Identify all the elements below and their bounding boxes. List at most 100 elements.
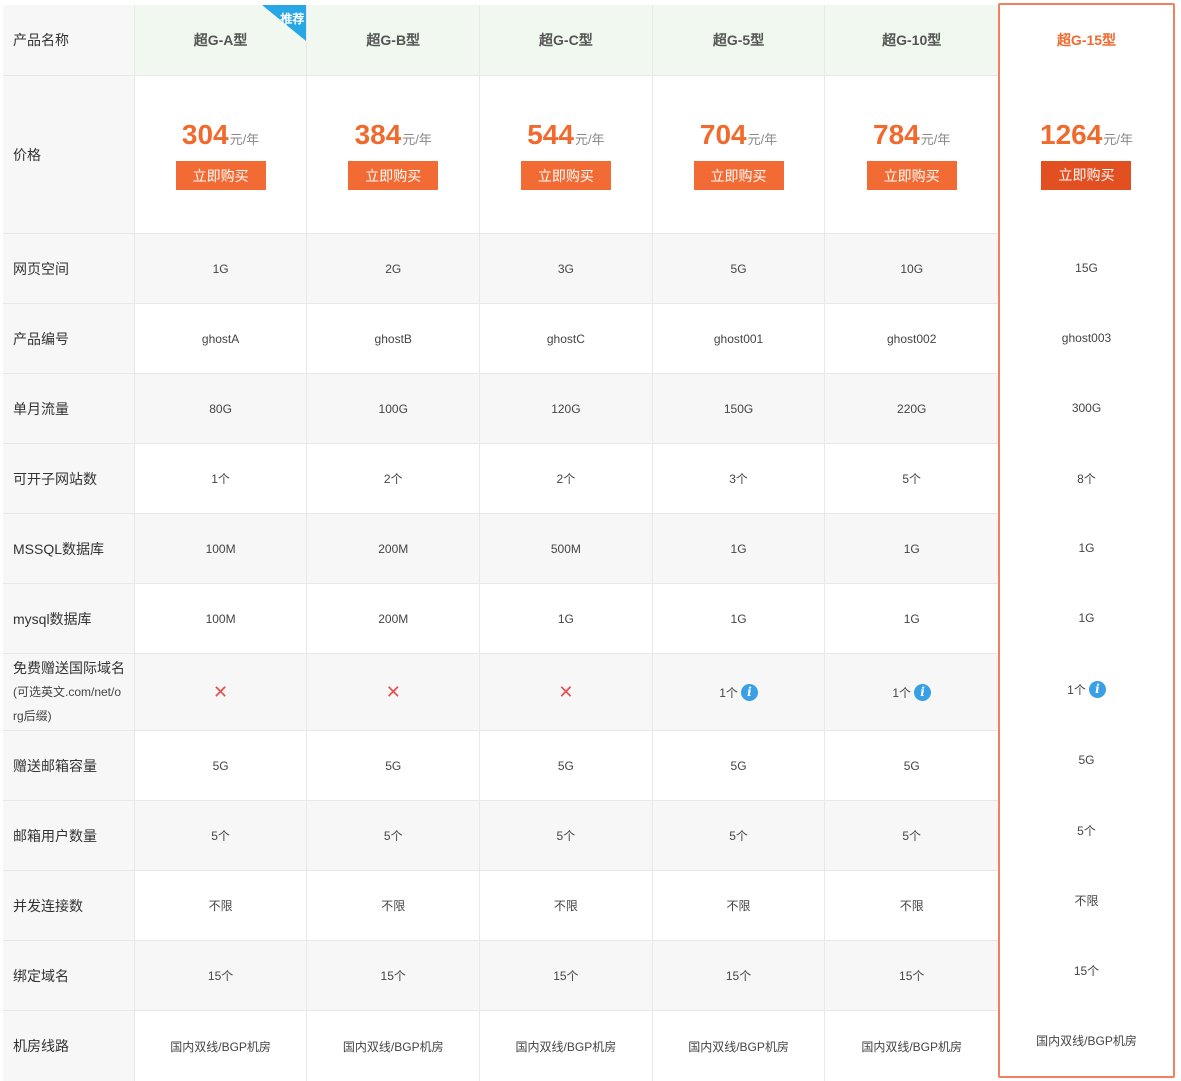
price-cell: 304 元/年 立即购买 (135, 76, 308, 233)
info-icon[interactable]: i (740, 683, 758, 701)
subsites-value: 2个 (307, 444, 481, 513)
bind-row: 绑定域名 15个 15个 15个 15个 15个 (3, 941, 998, 1011)
mailbox-value: 5G (480, 731, 653, 800)
traffic-value: 220G (897, 401, 927, 416)
mysql-value: 1G (480, 584, 653, 653)
buy-button[interactable]: 立即购买 (693, 161, 784, 190)
price-unit: 元/年 (402, 132, 432, 147)
mailbox-value: 5G (653, 731, 826, 800)
row-label-name: 产品名称 (3, 5, 135, 75)
price-cell: 544 元/年 立即购买 (480, 76, 653, 233)
price-cell: 704 元/年 立即购买 (653, 76, 826, 233)
mssql-value: 100M (135, 514, 308, 583)
price-unit: 元/年 (574, 132, 605, 147)
row-label-line: 机房线路 (3, 1011, 135, 1081)
mysql-value: 1G (653, 584, 826, 653)
buy-button[interactable]: 立即购买 (520, 161, 611, 190)
traffic-value: 120G (480, 374, 653, 443)
featured-traffic-value: 300G (1071, 401, 1102, 415)
row-label-price: 价格 (3, 76, 135, 233)
code-value: ghost002 (887, 331, 937, 346)
row-label-subsites: 可开子网站数 (3, 444, 135, 513)
featured-space-value: 15G (1075, 261, 1098, 275)
featured-plan-column: 超G-15型 1264 元/年 立即购买 15G ghost003 300G 8个… (998, 3, 1175, 1078)
buy-button[interactable]: 立即购买 (348, 161, 439, 190)
space-row: 网页空间 1G 2G 3G 5G 10G (3, 234, 998, 304)
mailusers-value: 5个 (653, 801, 826, 870)
price-unit: 元/年 (1103, 131, 1133, 147)
mssql-value: 1G (903, 541, 920, 556)
mssql-value: 200M (307, 514, 481, 583)
featured-price-cell: 1264 元/年 立即购买 (1000, 75, 1173, 233)
price-value: 784 (873, 119, 920, 150)
mailusers-value: 5个 (902, 829, 922, 843)
mailbox-value: 5G (903, 758, 920, 773)
featured-bind-value: 15个 (1073, 963, 1100, 978)
price-row: 价格 304 元/年 立即购买 384 元/年 立即购买 544 元/年 立即购买 7… (3, 76, 998, 234)
space-value: 1G (135, 234, 308, 303)
bind-value: 15个 (480, 941, 653, 1010)
space-value: 3G (480, 234, 653, 303)
traffic-value: 80G (135, 374, 308, 443)
traffic-value: 150G (653, 374, 826, 443)
mailbox-row: 赠送邮箱容量 5G 5G 5G 5G 5G (3, 731, 998, 801)
row-label-code: 产品编号 (3, 304, 135, 373)
line-value: 国内双线/BGP机房 (307, 1011, 481, 1081)
plan-name-5: 超G-5型 (653, 5, 826, 75)
subsites-value: 5个 (902, 472, 922, 486)
subsites-value: 2个 (480, 444, 653, 513)
conn-value: 不限 (480, 871, 653, 940)
featured-mailbox-value: 5G (1078, 753, 1095, 767)
code-value: ghostB (307, 304, 481, 373)
bind-value: 15个 (307, 941, 481, 1010)
price-value: 384 (354, 119, 402, 150)
bind-value: 15个 (653, 941, 826, 1010)
subsites-value: 1个 (135, 444, 308, 513)
conn-row: 并发连接数 不限 不限 不限 不限 不限 (3, 871, 998, 941)
domain-count: 1个 (892, 685, 912, 700)
recommend-badge-label: 推荐 (280, 12, 305, 26)
plan-name-text: 超G-A型 (193, 32, 248, 48)
code-row: 产品编号 ghostA ghostB ghostC ghost001 ghost… (3, 304, 998, 374)
info-icon[interactable]: i (914, 683, 932, 701)
domain-value: 1个 i (653, 654, 826, 730)
row-label-domain: 免费赠送国际域名 (可选英文.com/net/o rg后缀) (3, 654, 135, 730)
mailusers-value: 5个 (307, 801, 481, 870)
price-unit: 元/年 (229, 132, 260, 147)
plan-name-a: 超G-A型 推荐 (135, 5, 308, 75)
plan-name-10: 超G-10型 (882, 32, 942, 48)
buy-button[interactable]: 立即购买 (866, 161, 957, 190)
domain-value: ✕ (307, 654, 481, 730)
traffic-value: 100G (307, 374, 481, 443)
code-value: ghostC (480, 304, 653, 373)
mailusers-row: 邮箱用户数量 5个 5个 5个 5个 5个 (3, 801, 998, 871)
x-icon: ✕ (558, 681, 574, 702)
featured-mysql-value: 1G (1078, 611, 1095, 625)
mysql-row: mysql数据库 100M 200M 1G 1G 1G (3, 584, 998, 654)
conn-value: 不限 (307, 871, 481, 940)
domain-label-line3: rg后缀) (13, 709, 52, 723)
featured-code-value: ghost003 (1061, 331, 1112, 345)
domain-value: ✕ (135, 654, 308, 730)
recommend-badge: 推荐 (262, 5, 307, 41)
domain-label-line2: (可选英文.com/net/o (13, 685, 122, 699)
plan-name-c: 超G-C型 (480, 5, 653, 75)
featured-line-value: 国内双线/BGP机房 (1036, 1033, 1137, 1048)
mysql-value: 200M (307, 584, 481, 653)
row-label-traffic: 单月流量 (3, 374, 135, 443)
featured-conn-value: 不限 (1074, 893, 1099, 908)
featured-buy-button[interactable]: 立即购买 (1041, 160, 1132, 190)
domain-count: 1个 (719, 685, 738, 700)
space-value: 2G (307, 234, 481, 303)
row-label-conn: 并发连接数 (3, 871, 135, 940)
line-value: 国内双线/BGP机房 (135, 1011, 308, 1081)
x-icon: ✕ (385, 681, 401, 702)
info-icon[interactable]: i (1088, 680, 1106, 698)
price-value: 544 (527, 119, 574, 150)
featured-plan-name: 超G-15型 (1056, 32, 1117, 48)
plan-name-b: 超G-B型 (307, 5, 481, 75)
buy-button[interactable]: 立即购买 (175, 161, 266, 190)
mysql-value: 100M (135, 584, 308, 653)
price-unit: 元/年 (747, 132, 778, 147)
line-value: 国内双线/BGP机房 (653, 1011, 826, 1081)
